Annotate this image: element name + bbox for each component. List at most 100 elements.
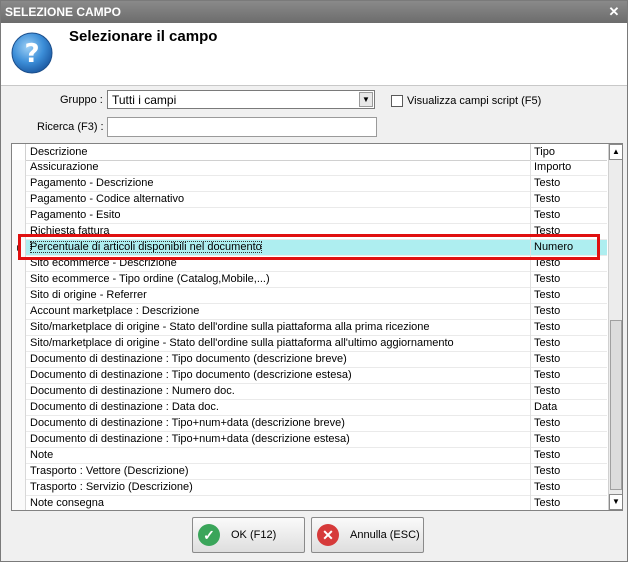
- chevron-down-icon[interactable]: ▼: [359, 92, 373, 107]
- cell-description[interactable]: Documento di destinazione : Tipo documen…: [30, 353, 347, 365]
- column-header-type[interactable]: Tipo: [534, 146, 555, 158]
- cell-description[interactable]: Sito/marketplace di origine - Stato dell…: [30, 321, 430, 333]
- cell-description[interactable]: Documento di destinazione : Tipo+num+dat…: [30, 417, 345, 429]
- cell-type[interactable]: Importo: [534, 161, 571, 173]
- row-indicator[interactable]: [12, 176, 26, 192]
- row-indicator[interactable]: [12, 480, 26, 496]
- group-select[interactable]: Tutti i campi ▼: [107, 90, 375, 109]
- script-fields-checkbox[interactable]: [391, 95, 403, 107]
- cell-description[interactable]: Documento di destinazione : Numero doc.: [30, 385, 235, 397]
- column-header-description[interactable]: Descrizione: [30, 146, 87, 158]
- row-indicator[interactable]: [12, 208, 26, 224]
- table-row[interactable]: Documento di destinazione : Tipo documen…: [12, 352, 607, 368]
- ok-button[interactable]: ✓ OK (F12): [192, 517, 305, 553]
- table-row[interactable]: Trasporto : Vettore (Descrizione) Testo: [12, 464, 607, 480]
- table-row[interactable]: Documento di destinazione : Tipo documen…: [12, 368, 607, 384]
- row-indicator[interactable]: [12, 192, 26, 208]
- grid-rows: Assicurazione Importo Pagamento - Descrizi…: [12, 160, 607, 510]
- table-row[interactable]: Documento di destinazione : Numero doc. T…: [12, 384, 607, 400]
- cell-description[interactable]: Documento di destinazione : Data doc.: [30, 401, 219, 413]
- cell-type[interactable]: Testo: [534, 321, 560, 333]
- cell-type[interactable]: Testo: [534, 433, 560, 445]
- table-row[interactable]: Note consegna Testo: [12, 496, 607, 510]
- table-row[interactable]: Note Testo: [12, 448, 607, 464]
- table-row[interactable]: Pagamento - Codice alternativo Testo: [12, 192, 607, 208]
- cell-type[interactable]: Testo: [534, 449, 560, 461]
- cell-type[interactable]: Data: [534, 401, 557, 413]
- scrollbar-thumb[interactable]: [610, 320, 622, 490]
- group-label: Gruppo :: [60, 94, 103, 106]
- table-row[interactable]: Sito/marketplace di origine - Stato dell…: [12, 320, 607, 336]
- table-row[interactable]: Pagamento - Esito Testo: [12, 208, 607, 224]
- cell-type[interactable]: Testo: [534, 465, 560, 477]
- cell-type[interactable]: Testo: [534, 177, 560, 189]
- cell-description[interactable]: Account marketplace : Descrizione: [30, 305, 199, 317]
- cell-description[interactable]: Sito/marketplace di origine - Stato dell…: [30, 337, 454, 349]
- cell-description[interactable]: Documento di destinazione : Tipo+num+dat…: [30, 433, 350, 445]
- cell-type[interactable]: Testo: [534, 369, 560, 381]
- row-indicator[interactable]: [12, 432, 26, 448]
- search-input[interactable]: [107, 117, 377, 137]
- row-indicator[interactable]: [12, 288, 26, 304]
- help-icon: ?: [11, 32, 53, 74]
- cell-type[interactable]: Testo: [534, 273, 560, 285]
- grid-header: Descrizione Tipo: [12, 144, 607, 161]
- table-row[interactable]: Sito ecommerce - Tipo ordine (Catalog,Mo…: [12, 272, 607, 288]
- cell-description[interactable]: Sito ecommerce - Tipo ordine (Catalog,Mo…: [30, 273, 270, 285]
- row-indicator[interactable]: [12, 336, 26, 352]
- cell-description[interactable]: Pagamento - Codice alternativo: [30, 193, 184, 205]
- scroll-up-icon[interactable]: ▲: [609, 144, 622, 160]
- row-indicator[interactable]: [12, 272, 26, 288]
- table-row[interactable]: Documento di destinazione : Tipo+num+dat…: [12, 416, 607, 432]
- table-row[interactable]: Sito di origine - Referrer Testo: [12, 288, 607, 304]
- cell-type[interactable]: Testo: [534, 193, 560, 205]
- cell-description[interactable]: Pagamento - Esito: [30, 209, 121, 221]
- cell-type[interactable]: Testo: [534, 209, 560, 221]
- row-indicator[interactable]: [12, 320, 26, 336]
- cell-type[interactable]: Testo: [534, 353, 560, 365]
- row-indicator[interactable]: [12, 496, 26, 510]
- table-row[interactable]: Trasporto : Servizio (Descrizione) Testo: [12, 480, 607, 496]
- table-row[interactable]: Pagamento - Descrizione Testo: [12, 176, 607, 192]
- cell-type[interactable]: Testo: [534, 289, 560, 301]
- cell-description[interactable]: Documento di destinazione : Tipo documen…: [30, 369, 352, 381]
- cell-divider: [530, 496, 531, 510]
- cell-type[interactable]: Testo: [534, 337, 560, 349]
- close-button[interactable]: ✕: [606, 4, 622, 20]
- cell-type[interactable]: Testo: [534, 417, 560, 429]
- cell-description[interactable]: Note consegna: [30, 497, 104, 509]
- table-row[interactable]: Account marketplace : Descrizione Testo: [12, 304, 607, 320]
- column-divider[interactable]: [530, 144, 531, 160]
- cell-description[interactable]: Sito di origine - Referrer: [30, 289, 147, 301]
- dialog-window: SELEZIONE CAMPO ✕ ? Selezionare il campo…: [0, 0, 628, 562]
- cell-type[interactable]: Testo: [534, 385, 560, 397]
- row-indicator[interactable]: [12, 416, 26, 432]
- row-indicator[interactable]: [12, 304, 26, 320]
- row-indicator[interactable]: [12, 400, 26, 416]
- table-row[interactable]: Documento di destinazione : Data doc. Dat…: [12, 400, 607, 416]
- row-indicator[interactable]: [12, 160, 26, 176]
- scroll-down-icon[interactable]: ▼: [609, 494, 622, 510]
- cell-description[interactable]: Trasporto : Servizio (Descrizione): [30, 481, 193, 493]
- cell-description[interactable]: Trasporto : Vettore (Descrizione): [30, 465, 189, 477]
- table-row[interactable]: Assicurazione Importo: [12, 160, 607, 176]
- cell-description[interactable]: Pagamento - Descrizione: [30, 177, 154, 189]
- table-row[interactable]: Documento di destinazione : Tipo+num+dat…: [12, 432, 607, 448]
- cancel-button[interactable]: ✕ Annulla (ESC): [311, 517, 424, 553]
- row-indicator[interactable]: [12, 368, 26, 384]
- cell-divider: [530, 160, 531, 176]
- fields-grid: Descrizione Tipo Assicurazione Importo Pag…: [11, 143, 623, 511]
- row-indicator[interactable]: [12, 384, 26, 400]
- cell-description[interactable]: Assicurazione: [30, 161, 98, 173]
- vertical-scrollbar[interactable]: ▲ ▼: [608, 144, 622, 510]
- annotation-highlight: [18, 234, 600, 260]
- table-row[interactable]: Sito/marketplace di origine - Stato dell…: [12, 336, 607, 352]
- cell-type[interactable]: Testo: [534, 305, 560, 317]
- row-indicator[interactable]: [12, 448, 26, 464]
- cell-description[interactable]: Note: [30, 449, 53, 461]
- page-title: Selezionare il campo: [69, 28, 218, 45]
- cell-type[interactable]: Testo: [534, 481, 560, 493]
- row-indicator[interactable]: [12, 464, 26, 480]
- cell-type[interactable]: Testo: [534, 497, 560, 509]
- row-indicator[interactable]: [12, 352, 26, 368]
